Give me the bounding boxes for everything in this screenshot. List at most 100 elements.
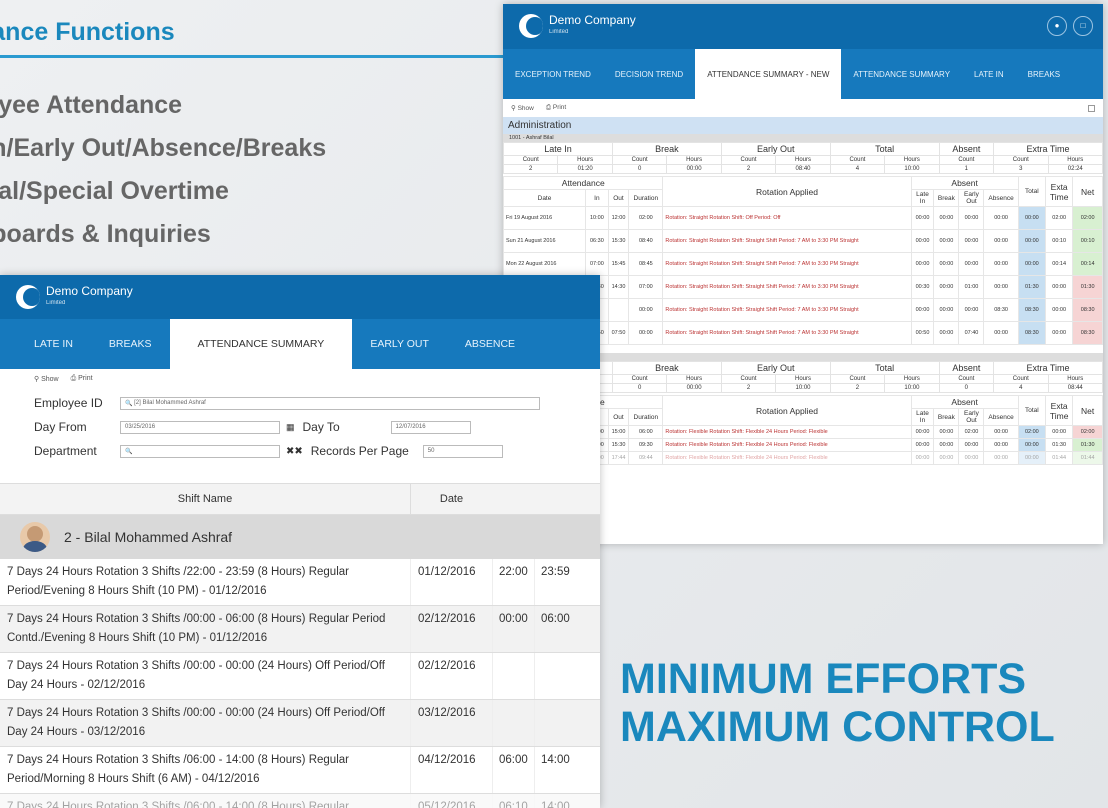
cell-extra: 00:14 [1044, 252, 1074, 276]
cell-late: 00:00 [910, 438, 935, 452]
cell-name: 7 Days 24 Hours Rotation 3 Shifts /06:00… [7, 754, 349, 785]
cell-total: 00:00 [1017, 229, 1047, 253]
col-late-in: Late In [503, 142, 613, 156]
cell-brk: 00:00 [933, 206, 960, 230]
tab-late-in[interactable]: LATE IN [962, 49, 1016, 99]
slogan-line-1: MINIMUM EFFORTS [620, 655, 1027, 703]
table-row[interactable]: 7 Days 24 Hours Rotation 3 Shifts /22:00… [0, 559, 600, 606]
cell-brk: 00:00 [933, 438, 960, 452]
cell-early: 00:00 [958, 229, 985, 253]
tab-breaks[interactable]: BREAKS [91, 319, 170, 369]
cell-late: 00:50 [910, 321, 935, 345]
cell-abs: 00:00 [983, 229, 1019, 253]
tab-breaks[interactable]: BREAKS [1016, 49, 1072, 99]
tab-attendance-summary[interactable]: ATTENDANCE SUMMARY [169, 319, 353, 369]
cell-date: 04/12/2016 [410, 747, 492, 793]
cell-net: 01:30 [1072, 438, 1103, 452]
group-row[interactable]: 2 - Bilal Mohammed Ashraf [0, 515, 600, 559]
table-row[interactable]: 7 Days 24 Hours Rotation 3 Shifts /06:00… [0, 747, 600, 794]
records-per-page-field[interactable]: 50 [422, 444, 503, 458]
calendar-icon[interactable]: ▦ [286, 422, 295, 433]
cell-net: 02:00 [1072, 425, 1103, 439]
department-field[interactable]: 🔍 [120, 444, 280, 458]
cell-early: 00:00 [958, 298, 985, 322]
cell-date: 01/12/2016 [410, 559, 492, 605]
cell-out: 07:50 [607, 321, 630, 345]
cell-early: 02:00 [958, 425, 985, 439]
col-shift-name[interactable]: Shift Name [0, 493, 410, 505]
tab-exception-trend[interactable]: EXCEPTION TREND [503, 49, 603, 99]
cell-abs: 00:00 [983, 451, 1019, 465]
clear-icon[interactable]: ✖✖ [286, 446, 303, 457]
cell-total: 00:00 [1017, 438, 1047, 452]
col-date[interactable]: Date [410, 483, 492, 515]
cell-late: 00:00 [910, 425, 935, 439]
cell-net: 00:14 [1072, 252, 1103, 276]
cell-abs: 00:00 [983, 252, 1019, 276]
cell-total: 00:00 [1017, 252, 1047, 276]
grid-header: Shift Name Date [0, 483, 600, 515]
filter-form: Employee ID 🔍 [2] Bilal Mohammed Ashraf … [0, 389, 600, 483]
print-button[interactable]: ⎙ Print [71, 375, 93, 383]
cell-abs: 00:00 [983, 206, 1019, 230]
notification-icon[interactable]: ● [1047, 16, 1067, 36]
tab-absence[interactable]: ABSENCE [447, 319, 533, 369]
employee-id-label: Employee ID [34, 396, 103, 410]
toolbar: ⚲ Show ⎙ Print [0, 369, 600, 389]
section-title: Administration [503, 117, 1103, 134]
tab-late-in[interactable]: LATE IN [0, 319, 91, 369]
col-extra-time: Extra Time [993, 142, 1103, 156]
cell-extra: 01:44 [1044, 451, 1074, 465]
cell-early: 07:40 [958, 321, 985, 345]
day-to-field[interactable]: 12/07/2016 [390, 420, 471, 434]
cell-name: 7 Days 24 Hours Rotation 3 Shifts /00:00… [7, 613, 386, 644]
cell-rot: Rotation: Straight Rotation Shift: Strai… [662, 252, 912, 276]
tab-decision-trend[interactable]: DECISION TREND [603, 49, 695, 99]
cell-date: Sun 21 August 2016 [503, 229, 586, 253]
cell-total: 01:30 [1017, 275, 1047, 299]
cell-out: 15:45 [607, 252, 630, 276]
cell-late: 00:00 [910, 206, 935, 230]
cell-total: 08:30 [1017, 321, 1047, 345]
tab-attendance-summary-new[interactable]: ATTENDANCE SUMMARY - NEW [695, 49, 842, 99]
toolbar: ⚲ Show ⎙ Print [503, 99, 1103, 117]
table-row[interactable]: 7 Days 24 Hours Rotation 3 Shifts /00:00… [0, 653, 600, 700]
cell-out: 14:30 [607, 275, 630, 299]
table-row[interactable]: 7 Days 24 Hours Rotation 3 Shifts /00:00… [0, 606, 600, 653]
employee-id-field[interactable]: 🔍 [2] Bilal Mohammed Ashraf [120, 396, 540, 410]
cell-rot: Rotation: Flexible Rotation Shift: Flexi… [662, 438, 912, 452]
cell-brk: 00:00 [933, 321, 960, 345]
cell-dur: 09:44 [628, 451, 664, 465]
tab-bar: LATE IN BREAKS ATTENDANCE SUMMARY EARLY … [0, 319, 600, 369]
logo-icon [519, 14, 543, 38]
department-label: Department [34, 444, 97, 458]
show-button[interactable]: ⚲ Show [34, 375, 59, 383]
expand-icon[interactable] [1088, 104, 1095, 112]
cell-name: 7 Days 24 Hours Rotation 3 Shifts /00:00… [7, 660, 385, 691]
brand-name: Demo Company [46, 284, 133, 298]
cell-t2: 14:00 [534, 747, 576, 793]
day-from-field[interactable]: 03/25/2016 [120, 420, 280, 434]
brand-name: Demo Company [549, 13, 636, 27]
cell-dur: 00:00 [628, 321, 664, 345]
cell-extra: 01:30 [1044, 438, 1074, 452]
table-row[interactable]: 7 Days 24 Hours Rotation 3 Shifts /00:00… [0, 700, 600, 747]
tab-early-out[interactable]: EARLY OUT [352, 319, 447, 369]
cell-dur: 08:40 [628, 229, 664, 253]
show-button[interactable]: ⚲ Show [511, 104, 534, 112]
cell-total: 00:00 [1017, 206, 1047, 230]
cell-late: 00:00 [910, 298, 935, 322]
cell-t2: 06:00 [534, 606, 576, 652]
col-break: Break [611, 142, 722, 156]
table-row[interactable]: 7 Days 24 Hours Rotation 3 Shifts /06:00… [0, 794, 600, 808]
cell-abs: 00:00 [983, 275, 1019, 299]
cell-abs: 00:00 [983, 321, 1019, 345]
cell-out [607, 298, 630, 322]
cell-out: 15:00 [607, 425, 630, 439]
print-button[interactable]: ⎙ Print [546, 104, 566, 112]
user-menu-icon[interactable]: □ [1073, 16, 1093, 36]
feature-title: dance Functions [0, 18, 511, 58]
cell-net: 08:30 [1072, 298, 1103, 322]
cell-early: 00:00 [958, 206, 985, 230]
tab-attendance-summary[interactable]: ATTENDANCE SUMMARY [841, 49, 962, 99]
